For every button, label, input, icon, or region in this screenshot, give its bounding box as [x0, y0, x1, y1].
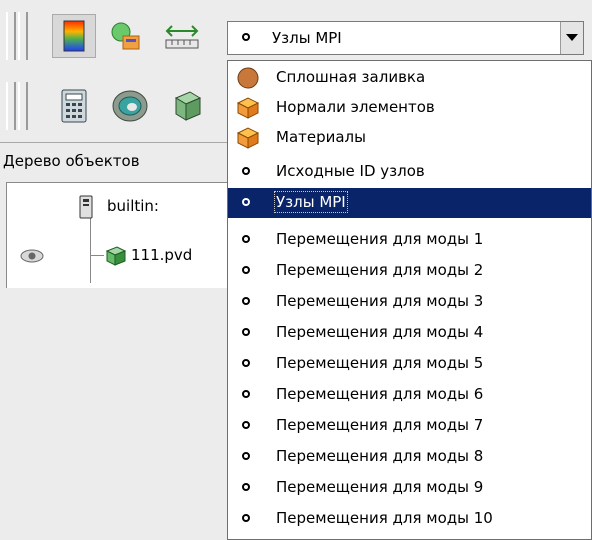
- clip-button[interactable]: [108, 84, 152, 128]
- point-icon: [242, 328, 250, 336]
- tree-item-builtin[interactable]: builtin:: [79, 195, 239, 219]
- coloring-dropdown-list: Сплошная заливка Нормали элементов Матер…: [227, 60, 592, 540]
- dropdown-item[interactable]: Перемещения для моды 1: [228, 225, 591, 255]
- combo-dropdown-button[interactable]: [560, 22, 583, 54]
- toolbar-grip[interactable]: [18, 12, 28, 60]
- toolbar-grip[interactable]: [18, 82, 28, 130]
- dropdown-item[interactable]: Нормали элементов: [228, 93, 591, 123]
- object-tree: builtin: 111.pvd: [6, 182, 232, 289]
- ruler-icon: [165, 25, 199, 49]
- dropdown-item[interactable]: Материалы: [228, 123, 591, 153]
- point-icon: [242, 483, 250, 491]
- color-legend-icon: [111, 22, 140, 50]
- dropdown-item[interactable]: Перемещения для моды 6: [228, 380, 591, 410]
- tree-line: [90, 213, 91, 283]
- tree-item-pvd[interactable]: 111.pvd: [105, 243, 235, 269]
- panel-empty-area: [0, 288, 230, 540]
- combo-selected-value: Узлы MPI: [272, 29, 342, 47]
- dropdown-item-label: Материалы: [276, 128, 366, 146]
- dropdown-item-label: Перемещения для моды 4: [276, 323, 484, 341]
- color-map-icon: [63, 20, 85, 52]
- dropdown-item-label: Перемещения для моды 3: [276, 292, 484, 310]
- point-icon: [242, 33, 250, 41]
- toolbar-grip[interactable]: [6, 82, 16, 130]
- point-icon: [242, 359, 250, 367]
- point-icon: [242, 514, 250, 522]
- dropdown-item-label: Перемещения для моды 9: [276, 478, 484, 496]
- dropdown-item-label: Исходные ID узлов: [276, 162, 425, 180]
- color-legend-button[interactable]: [104, 14, 148, 58]
- dropdown-item[interactable]: Перемещения для моды 7: [228, 411, 591, 441]
- point-icon: [242, 167, 250, 175]
- server-icon: [79, 195, 93, 219]
- cube-icon: [236, 97, 260, 119]
- dropdown-item-label: Перемещения для моды 8: [276, 447, 484, 465]
- coloring-combobox[interactable]: Узлы MPI: [227, 21, 584, 55]
- dropdown-item[interactable]: Перемещения для моды 8: [228, 442, 591, 472]
- color-map-button[interactable]: [52, 14, 96, 58]
- dropdown-item[interactable]: Перемещения для моды 5: [228, 349, 591, 379]
- tree-line: [90, 255, 104, 256]
- point-icon: [242, 390, 250, 398]
- dropdown-item-label: Перемещения для моды 6: [276, 385, 484, 403]
- dropdown-item-label: Узлы MPI: [274, 191, 348, 213]
- dropdown-item[interactable]: Перемещения для моды 2: [228, 256, 591, 286]
- tree-item-label: 111.pvd: [131, 246, 193, 264]
- ruler-button[interactable]: [160, 14, 204, 58]
- dropdown-item-label: Перемещения для моды 5: [276, 354, 484, 372]
- chevron-down-icon: [566, 34, 578, 41]
- eye-icon[interactable]: [20, 249, 44, 263]
- point-icon: [242, 297, 250, 305]
- calculator-icon: [61, 89, 87, 123]
- dropdown-item[interactable]: Перемещения для моды 3: [228, 287, 591, 317]
- clip-icon: [112, 90, 148, 122]
- dropdown-item-label: Перемещения для моды 7: [276, 416, 484, 434]
- dropdown-item-label: Перемещения для моды 1: [276, 230, 484, 248]
- tree-item-label: builtin:: [107, 197, 159, 215]
- cube-icon: [174, 91, 202, 121]
- dropdown-item-selected[interactable]: Узлы MPI: [228, 188, 591, 218]
- panel-header: Дерево объектов: [0, 148, 230, 176]
- dropdown-item-label: Сплошная заливка: [276, 68, 426, 86]
- cube-button[interactable]: [164, 84, 208, 128]
- point-icon: [242, 235, 250, 243]
- dropdown-item[interactable]: Исходные ID узлов: [228, 157, 591, 187]
- dropdown-item[interactable]: Сплошная заливка: [228, 63, 591, 93]
- point-icon: [242, 421, 250, 429]
- point-icon: [242, 452, 250, 460]
- dropdown-item[interactable]: Перемещения для моды 9: [228, 473, 591, 503]
- toolbar-grip[interactable]: [6, 12, 16, 60]
- dropdown-item-label: Нормали элементов: [276, 98, 435, 116]
- dropdown-item[interactable]: Перемещения для моды 10: [228, 504, 591, 534]
- dropdown-item-label: Перемещения для моды 10: [276, 509, 493, 527]
- cube-icon: [236, 127, 260, 149]
- cube-icon: [105, 246, 127, 266]
- calculator-button[interactable]: [52, 84, 96, 128]
- panel-title: Дерево объектов: [3, 152, 140, 170]
- point-icon: [242, 266, 250, 274]
- dropdown-item-label: Перемещения для моды 2: [276, 261, 484, 279]
- sphere-icon: [237, 67, 259, 89]
- point-icon: [242, 198, 250, 206]
- dropdown-item[interactable]: Перемещения для моды 4: [228, 318, 591, 348]
